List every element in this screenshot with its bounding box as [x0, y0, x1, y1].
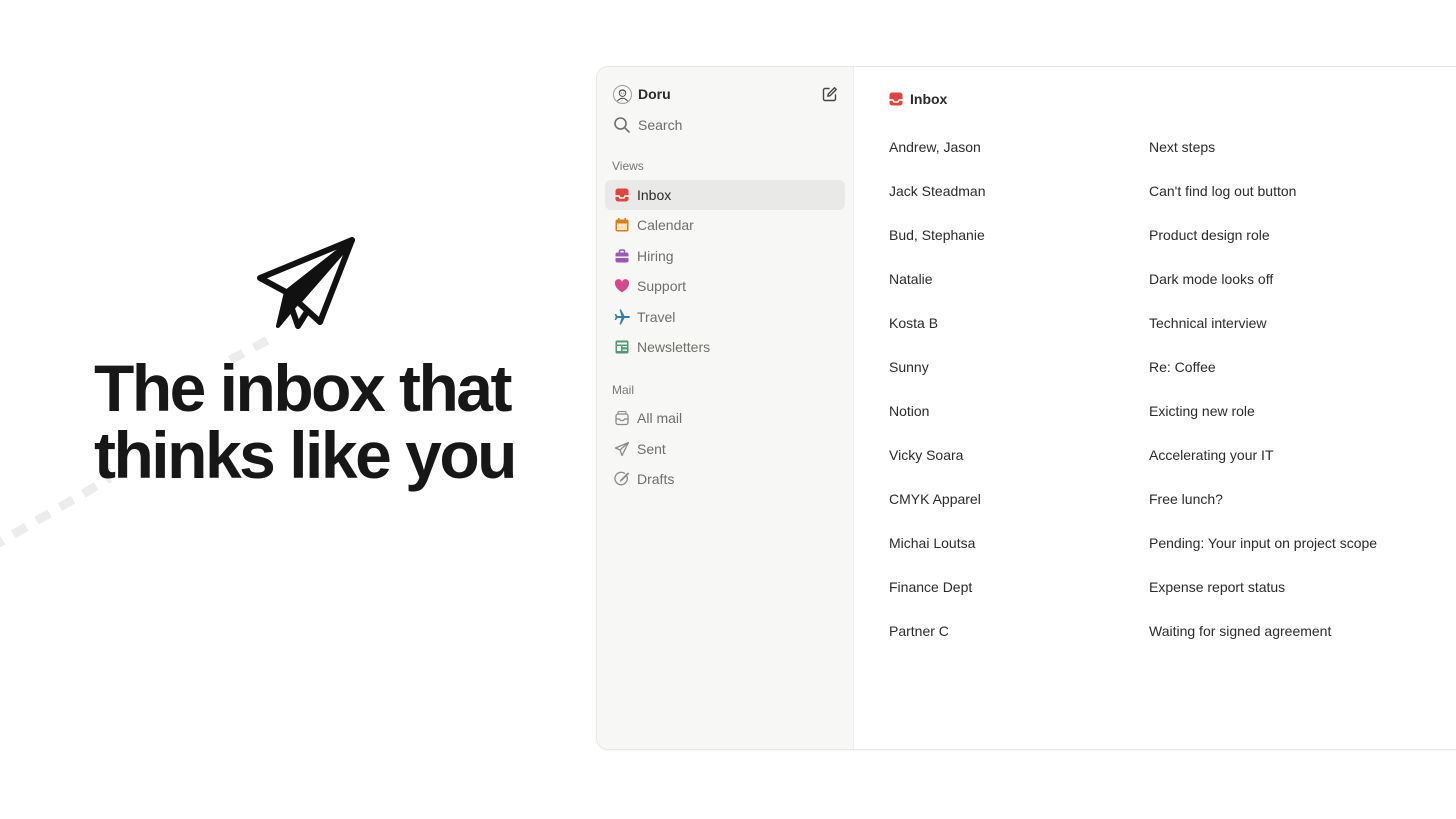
message-list: Andrew, Jason Next steps Jack Steadman Can'…	[889, 125, 1377, 653]
archive-icon	[613, 409, 631, 427]
sidebar-item-sent[interactable]: Sent	[605, 434, 845, 464]
main-header: Inbox	[888, 88, 947, 110]
search-label: Search	[638, 117, 683, 133]
search-button[interactable]: Search	[613, 114, 682, 136]
message-subject: Can't find log out button	[1149, 183, 1297, 199]
message-sender: Partner C	[889, 623, 949, 639]
message-sender: Bud, Stephanie	[889, 227, 985, 243]
message-row[interactable]: Partner C Waiting for signed agreement	[889, 609, 1377, 653]
inbox-icon	[888, 91, 904, 107]
message-row[interactable]: Sunny Re: Coffee	[889, 345, 1377, 389]
briefcase-icon	[613, 247, 631, 265]
hero-headline: The inbox that thinks like you	[94, 355, 564, 489]
sidebar-item-label: Support	[637, 278, 687, 294]
message-sender: CMYK Apparel	[889, 491, 981, 507]
message-subject: Dark mode looks off	[1149, 271, 1274, 287]
message-row[interactable]: Notion Exicting new role	[889, 389, 1377, 433]
message-subject: Free lunch?	[1149, 491, 1223, 507]
search-icon	[614, 117, 630, 133]
page-title: Inbox	[910, 91, 948, 107]
sidebar-item-support[interactable]: Support	[605, 271, 845, 301]
user-avatar-icon	[613, 84, 632, 104]
sidebar-item-label: Calendar	[637, 217, 694, 233]
sidebar-item-label: All mail	[637, 410, 683, 426]
message-sender: Michai Loutsa	[889, 535, 976, 551]
message-row[interactable]: Michai Loutsa Pending: Your input on proj…	[889, 521, 1377, 565]
message-subject: Expense report status	[1149, 579, 1286, 595]
sidebar-item-hiring[interactable]: Hiring	[605, 241, 845, 271]
message-sender: Vicky Soara	[889, 447, 964, 463]
newspaper-icon	[613, 338, 631, 356]
message-subject: Next steps	[1149, 139, 1216, 155]
views-section-title: Views	[612, 159, 644, 173]
message-row[interactable]: Bud, Stephanie Product design role	[889, 213, 1377, 257]
message-subject: Re: Coffee	[1149, 359, 1216, 375]
message-row[interactable]: Finance Dept Expense report status	[889, 565, 1377, 609]
message-sender: Finance Dept	[889, 579, 973, 595]
app-window: Doru Search Views Inbox Calendar Hiring …	[596, 66, 1456, 750]
sidebar-item-label: Hiring	[637, 248, 674, 264]
message-subject: Waiting for signed agreement	[1149, 623, 1332, 639]
sidebar-item-drafts[interactable]: Drafts	[605, 464, 845, 494]
sidebar-item-all-mail[interactable]: All mail	[605, 403, 845, 433]
user-switcher[interactable]: Doru	[613, 83, 839, 105]
paper-plane-icon	[257, 237, 355, 329]
draft-icon	[613, 470, 631, 488]
message-sender: Natalie	[889, 271, 933, 287]
sidebar-item-calendar[interactable]: Calendar	[605, 210, 845, 240]
message-row[interactable]: Kosta B Technical interview	[889, 301, 1377, 345]
message-subject: Technical interview	[1149, 315, 1267, 331]
message-row[interactable]: Jack Steadman Can't find log out button	[889, 169, 1377, 213]
message-sender: Notion	[889, 403, 930, 419]
message-subject: Product design role	[1149, 227, 1270, 243]
sidebar-item-label: Travel	[637, 309, 676, 325]
sidebar-item-label: Sent	[637, 441, 666, 457]
message-subject: Accelerating your IT	[1149, 447, 1274, 463]
main-pane: Inbox Andrew, Jason Next steps Jack Steadm…	[854, 67, 1456, 749]
compose-icon[interactable]	[821, 85, 839, 103]
headline-line-2: thinks like you	[94, 418, 517, 492]
sidebar-item-inbox[interactable]: Inbox	[605, 180, 845, 210]
calendar-icon	[613, 216, 631, 234]
mail-section-title: Mail	[612, 383, 635, 397]
sidebar-item-label: Drafts	[637, 471, 675, 487]
message-sender: Kosta B	[889, 315, 939, 331]
inbox-icon	[613, 186, 631, 204]
sidebar-item-newsletters[interactable]: Newsletters	[605, 332, 845, 362]
message-subject: Exicting new role	[1149, 403, 1255, 419]
message-sender: Andrew, Jason	[889, 139, 981, 155]
airplane-icon	[613, 308, 631, 326]
message-sender: Sunny	[889, 359, 929, 375]
message-row[interactable]: Natalie Dark mode looks off	[889, 257, 1377, 301]
heart-icon	[613, 277, 631, 295]
sidebar-item-label: Newsletters	[637, 339, 711, 355]
message-sender: Jack Steadman	[889, 183, 986, 199]
sidebar-item-travel[interactable]: Travel	[605, 302, 845, 332]
page: The inbox that thinks like you Doru Sear…	[0, 0, 1456, 819]
user-name: Doru	[638, 86, 671, 102]
message-row[interactable]: CMYK Apparel Free lunch?	[889, 477, 1377, 521]
send-icon	[613, 440, 631, 458]
message-row[interactable]: Vicky Soara Accelerating your IT	[889, 433, 1377, 477]
message-subject: Pending: Your input on project scope	[1149, 535, 1378, 551]
sidebar-item-label: Inbox	[637, 187, 672, 203]
message-row[interactable]: Andrew, Jason Next steps	[889, 125, 1377, 169]
headline-line-1: The inbox that	[94, 351, 512, 425]
sidebar: Doru Search Views Inbox Calendar Hiring …	[597, 67, 854, 749]
